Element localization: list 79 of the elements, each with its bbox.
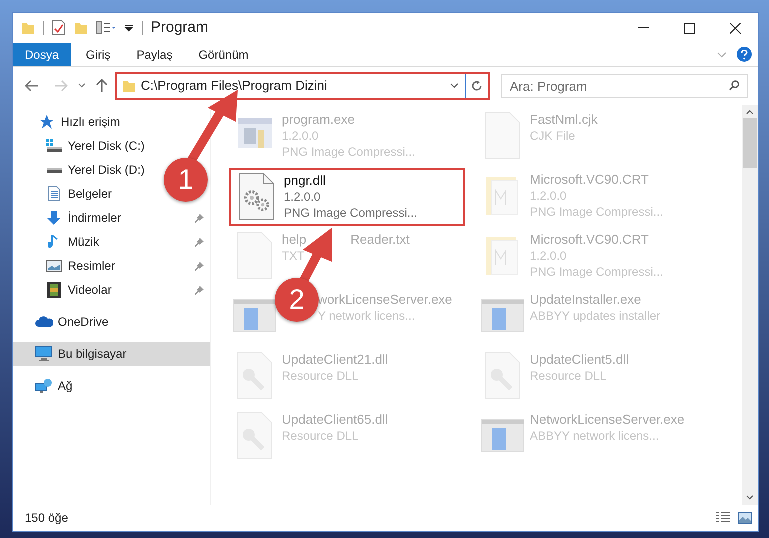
file-detail: 1.2.0.0 — [530, 248, 567, 263]
scroll-up-icon[interactable] — [746, 110, 754, 115]
back-arrow-icon[interactable] — [25, 80, 39, 92]
properties-check-icon[interactable] — [52, 20, 66, 36]
tiles-view-icon[interactable] — [738, 512, 752, 524]
sidebar-label: Bu bilgisayar — [58, 346, 127, 363]
address-bar[interactable]: C:\Program Files\Program Dizini — [115, 72, 490, 100]
address-path: C:\Program Files\Program Dizini — [141, 77, 328, 96]
sidebar-item[interactable]: Ağ — [58, 377, 73, 395]
drive-icon — [45, 139, 63, 153]
refresh-icon[interactable] — [471, 80, 483, 92]
file-detail: Y network licens... — [318, 308, 416, 323]
view-list-icon[interactable] — [96, 21, 118, 35]
download-arrow-icon — [45, 210, 63, 226]
sidebar-item[interactable]: OneDrive — [58, 313, 109, 331]
ribbon-tab[interactable]: Giriş — [73, 43, 124, 66]
up-arrow-icon[interactable] — [96, 79, 108, 93]
ribbon-tab[interactable]: Paylaş — [124, 43, 186, 66]
file-detail: TXT — [282, 248, 305, 263]
file-name: NetworkLicenseServer.exe — [530, 411, 685, 427]
film-strip-icon — [45, 282, 63, 298]
drive-icon — [45, 168, 63, 172]
picture-icon — [45, 260, 63, 272]
file-detail: 1.2.0.0 — [284, 189, 321, 204]
file-name: UpdateClient21.dll — [282, 351, 388, 367]
sidebar-item[interactable]: Yerel Disk (D:) — [68, 161, 145, 179]
file-detail: ABBYY updates installer — [530, 308, 661, 323]
file-detail: PNG Image Compressi... — [530, 204, 664, 219]
scroll-thumb[interactable] — [743, 118, 757, 168]
file-tile[interactable]: pngr.dll 1.2.0.0 PNG Image Compressi... — [229, 168, 465, 226]
sidebar-item[interactable]: Resimler — [68, 257, 116, 275]
item-count: 150 öğe — [25, 510, 68, 527]
scroll-down-icon[interactable] — [746, 495, 754, 500]
file-name: UpdateClient65.dll — [282, 411, 388, 427]
sidebar-item[interactable]: Belgeler — [68, 185, 112, 203]
file-detail: Resource DLL — [282, 428, 359, 443]
file-detail: PNG Image Compressi... — [282, 144, 416, 159]
minimize-icon — [638, 27, 648, 29]
file-detail: 1.2.0.0 — [530, 188, 567, 203]
file-name: pngr.dll — [284, 172, 326, 188]
file-detail: CJK File — [530, 128, 576, 143]
file-name: UpdateInstaller.exe — [530, 291, 642, 307]
search-field[interactable]: Ara: Program — [501, 74, 748, 98]
file-detail: Resource DLL — [530, 368, 607, 383]
cloud-icon — [35, 316, 53, 328]
help-icon[interactable] — [737, 47, 752, 62]
details-view-icon[interactable] — [715, 512, 731, 524]
recent-caret-icon[interactable] — [78, 83, 86, 89]
search-icon[interactable] — [729, 80, 740, 91]
file-name: Microsoft.VC90.CRT — [530, 171, 649, 187]
sidebar-item[interactable]: Bu bilgisayar — [13, 342, 210, 366]
file-detail: Resource DLL — [282, 368, 359, 383]
sidebar-item[interactable]: Videolar — [68, 281, 112, 299]
ribbon-tab[interactable]: Görünüm — [186, 43, 262, 66]
folder-icon — [122, 79, 136, 93]
file-name: help — [282, 231, 307, 247]
dropdown-caret-icon[interactable] — [450, 83, 459, 89]
customize-caret-icon[interactable] — [124, 23, 134, 33]
file-name: Reader.txt — [350, 231, 410, 247]
network-icon — [35, 378, 53, 394]
file-detail: PNG Image Compressi... — [284, 205, 418, 220]
file-detail: PNG Image Compressi... — [530, 264, 664, 279]
file-name: program.exe — [282, 111, 355, 127]
ribbon-tab[interactable]: Dosya — [13, 43, 72, 66]
sidebar-item[interactable]: Müzik — [68, 233, 100, 251]
sidebar-item[interactable]: Hızlı erişim — [61, 113, 120, 131]
window-title: Program — [151, 18, 209, 38]
file-name: FastNml.cjk — [530, 111, 598, 127]
star-icon — [38, 114, 56, 130]
file-detail: 1.2.0.0 — [282, 128, 319, 143]
maximize-icon — [684, 22, 694, 34]
file-name: Microsoft.VC90.CRT — [530, 231, 649, 247]
scrollbar[interactable] — [742, 105, 758, 505]
file-detail: ABBYY network licens... — [530, 428, 660, 443]
file-name: UpdateClient5.dll — [530, 351, 630, 367]
monitor-icon — [35, 346, 53, 362]
close-icon — [730, 22, 740, 34]
sidebar-item[interactable]: Yerel Disk (C:) — [68, 137, 145, 155]
sidebar-item[interactable]: İndirmeler — [68, 209, 122, 227]
